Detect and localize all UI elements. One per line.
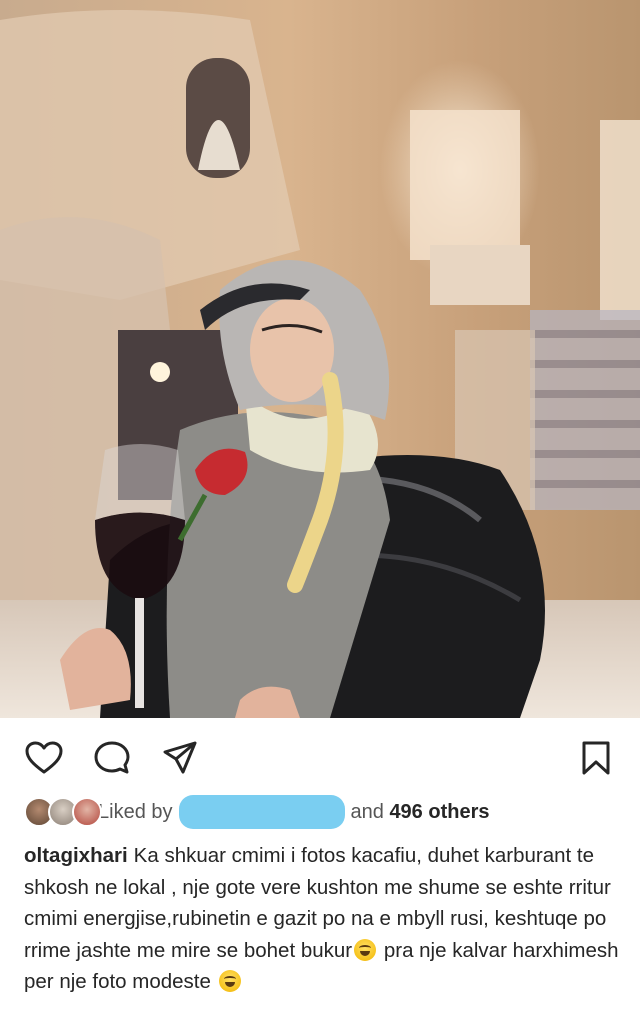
- others-count-link[interactable]: 496 others: [389, 801, 489, 824]
- redacted-username: [178, 795, 345, 829]
- post-photo[interactable]: [0, 0, 640, 718]
- comment-icon[interactable]: [92, 738, 132, 778]
- bookmark-icon[interactable]: [576, 738, 616, 778]
- avatar: [72, 797, 102, 827]
- photo-illustration: [0, 0, 640, 718]
- heart-icon[interactable]: [24, 738, 64, 778]
- caption-username[interactable]: oltagixhari: [24, 844, 128, 867]
- laughing-emoji-icon: [354, 938, 377, 961]
- post-actions-bar: [0, 728, 640, 788]
- liker-avatars: [24, 797, 102, 827]
- liked-by-label: Liked by: [98, 800, 173, 823]
- share-icon[interactable]: [160, 738, 200, 778]
- post-caption: oltagixhari Ka shkuar cmimi i fotos kacaf…: [24, 840, 624, 998]
- likes-summary[interactable]: Liked by and 496 others: [24, 795, 624, 829]
- and-connector: and: [350, 800, 384, 823]
- laughing-emoji-icon: [218, 970, 241, 992]
